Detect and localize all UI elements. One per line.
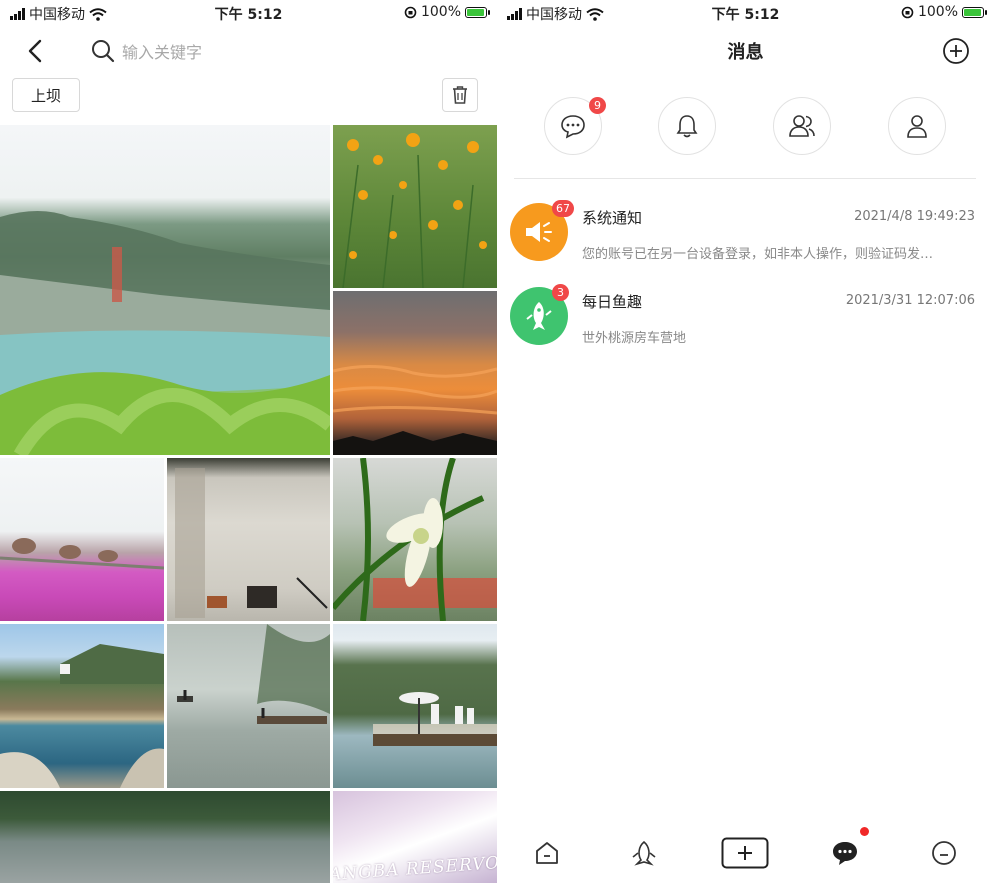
- new-message-dot: [860, 827, 869, 836]
- messages-screen: 中国移动 下午 5:12 100% 消息 9 67 系统通知 2021/4/8 …: [497, 0, 994, 883]
- plus-icon: [721, 837, 769, 869]
- speaker-icon: [526, 222, 552, 242]
- status-bar: 中国移动 下午 5:12 100%: [0, 0, 497, 26]
- unread-badge: 67: [552, 200, 574, 217]
- fish-icon: [526, 302, 552, 330]
- notifications-button[interactable]: [658, 97, 716, 155]
- back-chevron-icon[interactable]: [22, 36, 50, 66]
- tab-discover[interactable]: [624, 833, 664, 873]
- unread-badge: 3: [552, 284, 569, 301]
- photo-grid: ANGBA RESERVO: [0, 125, 497, 883]
- message-time: 2021/4/8 19:49:23: [854, 209, 975, 224]
- fish-outline-icon: [632, 840, 656, 866]
- add-circle-icon[interactable]: [942, 37, 970, 65]
- photo-dark-lake[interactable]: [0, 791, 330, 883]
- person-icon: [907, 115, 927, 138]
- face-icon: [932, 841, 956, 865]
- photo-pink-flower-field[interactable]: [0, 458, 164, 621]
- message-item[interactable]: 3 每日鱼趣 2021/3/31 12:07:06 世外桃源房车营地: [497, 284, 994, 367]
- search-screen: 中国移动 下午 5:12 100% 上坝: [0, 0, 497, 883]
- message-item[interactable]: 67 系统通知 2021/4/8 19:49:23 您的账号已在另一台设备登录，…: [497, 200, 994, 283]
- photo-misty-fishing[interactable]: [167, 624, 330, 788]
- message-title: 每日鱼趣: [582, 293, 643, 311]
- search-input[interactable]: [120, 38, 464, 66]
- tab-home[interactable]: [527, 833, 567, 873]
- chat-bubble-icon: [561, 115, 585, 139]
- message-title: 系统通知: [582, 209, 643, 227]
- profile-button[interactable]: [888, 97, 946, 155]
- contacts-button[interactable]: [773, 97, 831, 155]
- location-tag-chip[interactable]: 上坝: [12, 78, 80, 112]
- tab-messages[interactable]: [825, 827, 869, 873]
- home-icon: [536, 842, 558, 864]
- people-icon: [789, 115, 815, 137]
- photo-old-wall[interactable]: [167, 458, 330, 621]
- battery-percent: 100%: [917, 4, 958, 20]
- photo-reservoir-sign[interactable]: ANGBA RESERVO: [333, 791, 497, 883]
- message-time: 2021/3/31 12:07:06: [845, 293, 975, 308]
- quick-actions: 9: [497, 97, 994, 159]
- rotation-lock-icon: [404, 6, 417, 18]
- trash-icon: [453, 86, 467, 104]
- photo-watermark-text: ANGBA RESERVO: [333, 853, 497, 883]
- battery-percent: 100%: [420, 4, 461, 20]
- comments-badge: 9: [589, 97, 606, 114]
- photo-fishing-raft[interactable]: [333, 624, 497, 788]
- tab-me[interactable]: [924, 833, 964, 873]
- comments-button[interactable]: 9: [544, 97, 606, 155]
- page-title: 消息: [727, 42, 764, 63]
- photo-white-orchid[interactable]: [333, 458, 497, 621]
- search-icon: [92, 40, 115, 63]
- message-preview: 您的账号已在另一台设备登录，如非本人操作，则验证码发…: [582, 247, 934, 262]
- tab-publish[interactable]: [721, 833, 769, 873]
- bell-icon: [676, 115, 698, 138]
- delete-history-button[interactable]: [442, 78, 478, 112]
- photo-yellow-flowers[interactable]: [333, 125, 497, 288]
- battery-icon: [465, 6, 490, 18]
- battery-icon: [962, 6, 987, 18]
- photo-reservoir-bank[interactable]: [0, 624, 164, 788]
- photo-sunset-clouds[interactable]: [333, 291, 497, 455]
- message-preview: 世外桃源房车营地: [582, 331, 687, 346]
- status-bar: 中国移动 下午 5:12 100%: [497, 0, 994, 26]
- photo-lake-hillside[interactable]: [0, 125, 330, 455]
- divider: [514, 178, 976, 179]
- rotation-lock-icon: [901, 6, 914, 18]
- message-icon: [833, 842, 857, 865]
- search-bar: [0, 34, 497, 68]
- bottom-tab-bar: [497, 825, 994, 883]
